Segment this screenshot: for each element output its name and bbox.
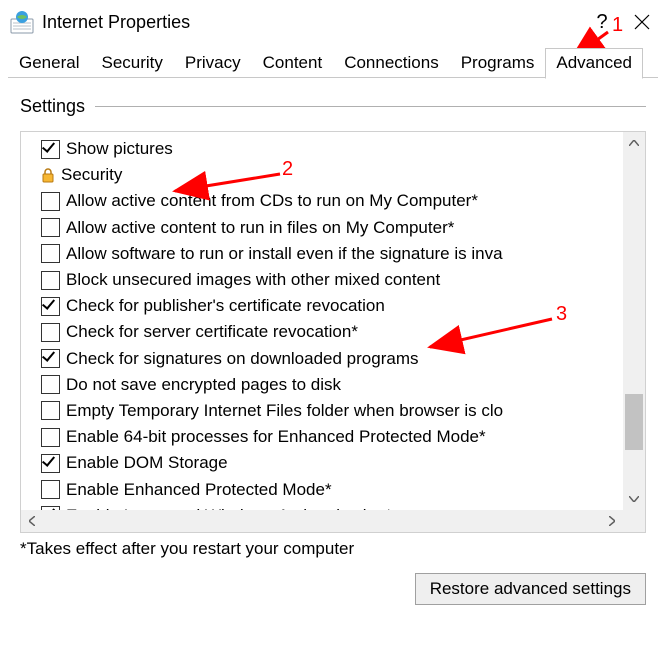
restore-advanced-settings-button[interactable]: Restore advanced settings: [415, 573, 646, 605]
setting-no-save-encrypted[interactable]: Do not save encrypted pages to disk: [21, 372, 623, 398]
tab-advanced[interactable]: Advanced: [545, 48, 643, 79]
setting-allow-file-active-content[interactable]: Allow active content to run in files on …: [21, 215, 623, 241]
vertical-scrollbar[interactable]: [623, 132, 645, 510]
setting-label: Allow active content from CDs to run on …: [66, 191, 478, 211]
restart-footnote: *Takes effect after you restart your com…: [20, 539, 646, 559]
checkbox[interactable]: [41, 192, 60, 211]
internet-options-icon: [10, 10, 34, 34]
checkbox[interactable]: [41, 244, 60, 263]
internet-properties-dialog: Internet Properties ? General Security P…: [0, 0, 666, 657]
scroll-down-button[interactable]: [623, 488, 645, 510]
tab-content[interactable]: Content: [252, 48, 334, 78]
setting-block-mixed-images[interactable]: Block unsecured images with other mixed …: [21, 267, 623, 293]
checkbox[interactable]: [41, 323, 60, 342]
setting-label: Do not save encrypted pages to disk: [66, 375, 341, 395]
setting-label: Show pictures: [66, 139, 173, 159]
setting-label: Block unsecured images with other mixed …: [66, 270, 440, 290]
tab-connections[interactable]: Connections: [333, 48, 450, 78]
setting-check-download-signatures[interactable]: Check for signatures on downloaded progr…: [21, 346, 623, 372]
tab-general[interactable]: General: [8, 48, 90, 78]
settings-tree: Show pictures Security Allow active cont…: [20, 131, 646, 533]
checkbox[interactable]: [41, 375, 60, 394]
chevron-up-icon: [629, 140, 639, 146]
window-title: Internet Properties: [42, 12, 190, 33]
setting-enable-64bit-epm[interactable]: Enable 64-bit processes for Enhanced Pro…: [21, 424, 623, 450]
checkbox[interactable]: [41, 218, 60, 237]
settings-tree-viewport[interactable]: Show pictures Security Allow active cont…: [21, 132, 623, 510]
setting-label: Allow active content to run in files on …: [66, 218, 454, 238]
chevron-down-icon: [629, 496, 639, 502]
settings-group-label: Settings: [20, 96, 95, 117]
setting-allow-invalid-signature[interactable]: Allow software to run or install even if…: [21, 241, 623, 267]
settings-group: Settings Show pictures Security: [0, 78, 666, 605]
checkbox[interactable]: [41, 297, 60, 316]
tab-programs[interactable]: Programs: [450, 48, 546, 78]
setting-check-publisher-revocation[interactable]: Check for publisher's certificate revoca…: [21, 293, 623, 319]
scroll-right-button[interactable]: [601, 510, 623, 532]
help-button[interactable]: ?: [582, 11, 622, 34]
scroll-left-button[interactable]: [21, 510, 43, 532]
category-security[interactable]: Security: [21, 162, 623, 188]
setting-label: Check for signatures on downloaded progr…: [66, 349, 418, 369]
chevron-left-icon: [29, 516, 35, 526]
chevron-right-icon: [609, 516, 615, 526]
lock-icon: [39, 166, 57, 184]
setting-label: Check for server certificate revocation*: [66, 322, 358, 342]
setting-enable-dom-storage[interactable]: Enable DOM Storage: [21, 450, 623, 476]
setting-check-server-revocation[interactable]: Check for server certificate revocation*: [21, 319, 623, 345]
close-icon: [634, 14, 650, 30]
checkbox[interactable]: [41, 271, 60, 290]
close-button[interactable]: [622, 14, 662, 30]
settings-group-header: Settings: [20, 96, 646, 117]
checkbox[interactable]: [41, 428, 60, 447]
setting-label: Check for publisher's certificate revoca…: [66, 296, 385, 316]
setting-label: Enable DOM Storage: [66, 453, 228, 473]
checkbox[interactable]: [41, 349, 60, 368]
setting-empty-temp-on-close[interactable]: Empty Temporary Internet Files folder wh…: [21, 398, 623, 424]
category-label: Security: [61, 165, 122, 185]
setting-allow-cd-active-content[interactable]: Allow active content from CDs to run on …: [21, 188, 623, 214]
scroll-up-button[interactable]: [623, 132, 645, 154]
setting-label: Allow software to run or install even if…: [66, 244, 503, 264]
setting-label: Empty Temporary Internet Files folder wh…: [66, 401, 503, 421]
divider: [95, 106, 646, 107]
setting-label: Enable 64-bit processes for Enhanced Pro…: [66, 427, 486, 447]
tab-privacy[interactable]: Privacy: [174, 48, 252, 78]
checkbox[interactable]: [41, 140, 60, 159]
tab-strip: General Security Privacy Content Connect…: [0, 44, 666, 78]
setting-show-pictures[interactable]: Show pictures: [21, 136, 623, 162]
setting-enable-iwa[interactable]: Enable Integrated Windows Authentication…: [21, 503, 623, 510]
setting-label: Enable Enhanced Protected Mode*: [66, 480, 332, 500]
checkbox[interactable]: [41, 401, 60, 420]
horizontal-scrollbar[interactable]: [21, 510, 623, 532]
scroll-thumb[interactable]: [625, 394, 643, 450]
tab-security[interactable]: Security: [90, 48, 173, 78]
scroll-corner: [623, 510, 645, 532]
setting-enable-epm[interactable]: Enable Enhanced Protected Mode*: [21, 476, 623, 502]
checkbox[interactable]: [41, 454, 60, 473]
titlebar: Internet Properties ?: [0, 0, 666, 44]
checkbox[interactable]: [41, 480, 60, 499]
